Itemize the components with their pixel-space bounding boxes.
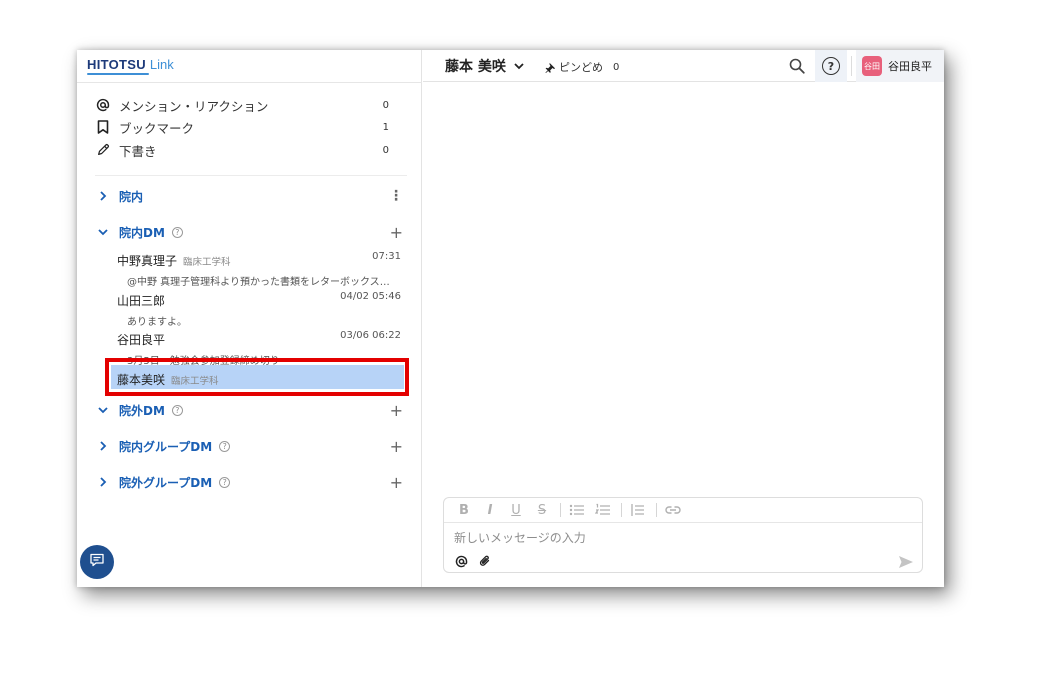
add-icon[interactable]: + [390, 437, 403, 456]
bullet-list-icon[interactable] [567, 501, 587, 519]
quick-item-label: メンション・リアクション [119, 98, 269, 114]
sidebar: HITOTSU Link メンション・リアクション 0 ブックマーク 1 下書き… [77, 50, 422, 587]
logo-main-text: HITOTSU [87, 57, 146, 72]
logo-underline [87, 73, 149, 75]
channel-header: 藤本 美咲 ピンどめ 0 ? 谷田 谷田良平 [423, 50, 944, 82]
chevron-down-icon [97, 404, 109, 416]
chat-icon [89, 552, 105, 572]
mention-icon[interactable] [452, 553, 470, 569]
username: 谷田良平 [888, 60, 932, 73]
sidebar-divider [95, 175, 407, 176]
dm-preview: ありますよ。 [127, 317, 187, 328]
quick-item-label: 下書き [119, 143, 157, 159]
bold-button[interactable]: B [454, 501, 474, 519]
quick-item-count: 0 [382, 144, 389, 156]
format-toolbar: B I U S [444, 498, 922, 523]
help-icon: ? [822, 57, 840, 75]
toolbar-separator [656, 503, 657, 517]
section-ingai-group-dm[interactable]: 院外グループDM ? + [97, 472, 407, 492]
more-options-icon[interactable]: ⋮ [389, 188, 403, 204]
quick-item-mentions[interactable]: メンション・リアクション 0 [95, 95, 395, 115]
channel-title-text: 藤本 美咲 [445, 59, 506, 75]
section-label: 院外DM [119, 403, 165, 418]
strikethrough-button[interactable]: S [532, 501, 552, 519]
user-menu[interactable]: 谷田 谷田良平 [856, 50, 944, 82]
dm-time: 04/02 05:46 [340, 291, 401, 302]
section-innai[interactable]: 院内 ⋮ [97, 186, 407, 206]
help-icon[interactable]: ? [219, 440, 231, 452]
message-input[interactable] [454, 531, 894, 545]
quick-item-count: 1 [382, 121, 389, 133]
section-label: 院内DM [119, 225, 165, 240]
logo-sub-text: Link [149, 57, 174, 72]
highlight-annotation [105, 358, 409, 396]
pin-label: ピンどめ [559, 61, 603, 74]
section-innai-dm[interactable]: 院内DM ? + [97, 222, 407, 242]
help-icon[interactable]: ? [219, 476, 231, 488]
at-icon [95, 97, 111, 113]
channel-title[interactable]: 藤本 美咲 [445, 56, 524, 76]
send-icon[interactable] [898, 554, 914, 568]
chevron-down-icon [514, 58, 524, 74]
bookmark-icon [95, 119, 111, 135]
composer-actions [452, 553, 500, 569]
dm-time: 07:31 [372, 251, 401, 262]
chevron-right-icon [97, 190, 109, 202]
section-label: 院外グループDM [119, 475, 213, 490]
chevron-down-icon [97, 226, 109, 238]
quick-item-label: ブックマーク [119, 120, 195, 136]
app-window: HITOTSU Link メンション・リアクション 0 ブックマーク 1 下書き… [77, 50, 944, 587]
section-innai-group-dm[interactable]: 院内グループDM ? + [97, 436, 407, 456]
dm-item[interactable]: 中野真理子 臨床工学科 07:31 @中野 真理子管理科より預かった書類をレターボ… [117, 250, 401, 288]
italic-button[interactable]: I [480, 501, 500, 519]
dm-dept: 臨床工学科 [183, 257, 231, 268]
help-icon[interactable]: ? [171, 404, 183, 416]
numbered-list-icon[interactable] [593, 501, 613, 519]
quick-item-count: 0 [382, 99, 389, 111]
quote-icon[interactable] [628, 501, 648, 519]
dm-name: 中野真理子 [117, 254, 178, 268]
add-icon[interactable]: + [390, 401, 403, 420]
dm-preview: @中野 真理子管理科より預かった書類をレターボックスに入れておきました。 [127, 277, 397, 288]
toolbar-separator [560, 503, 561, 517]
link-icon[interactable] [663, 501, 683, 519]
add-icon[interactable]: + [390, 223, 403, 242]
sidebar-header-divider [77, 82, 422, 83]
quick-item-drafts[interactable]: 下書き 0 [95, 140, 395, 160]
message-composer: B I U S [443, 497, 923, 573]
search-icon[interactable] [788, 57, 806, 75]
toolbar-separator [621, 503, 622, 517]
help-icon[interactable]: ? [171, 226, 183, 238]
add-icon[interactable]: + [390, 473, 403, 492]
dm-time: 03/06 06:22 [340, 330, 401, 341]
dm-name: 山田三郎 [117, 294, 166, 308]
dm-name: 谷田良平 [117, 333, 166, 347]
section-ingai-dm[interactable]: 院外DM ? + [97, 400, 407, 420]
section-label: 院内 [119, 189, 144, 204]
quick-item-bookmarks[interactable]: ブックマーク 1 [95, 117, 395, 137]
section-label: 院内グループDM [119, 439, 213, 454]
pin-count: 0 [613, 61, 620, 73]
main-panel: 藤本 美咲 ピンどめ 0 ? 谷田 谷田良平 B I U S 新しいメッセージの… [423, 50, 944, 587]
attachment-icon[interactable] [476, 553, 494, 569]
header-separator [851, 56, 852, 76]
pin-button[interactable]: ピンどめ 0 [545, 59, 619, 75]
chevron-right-icon [97, 476, 109, 488]
pencil-icon [95, 142, 111, 158]
underline-button[interactable]: U [506, 501, 526, 519]
avatar: 谷田 [862, 56, 882, 76]
pin-icon [545, 62, 556, 73]
new-chat-button[interactable] [80, 545, 114, 579]
chevron-right-icon [97, 440, 109, 452]
dm-item[interactable]: 山田三郎 04/02 05:46 ありますよ。 [117, 290, 401, 328]
help-button[interactable]: ? [815, 50, 847, 82]
